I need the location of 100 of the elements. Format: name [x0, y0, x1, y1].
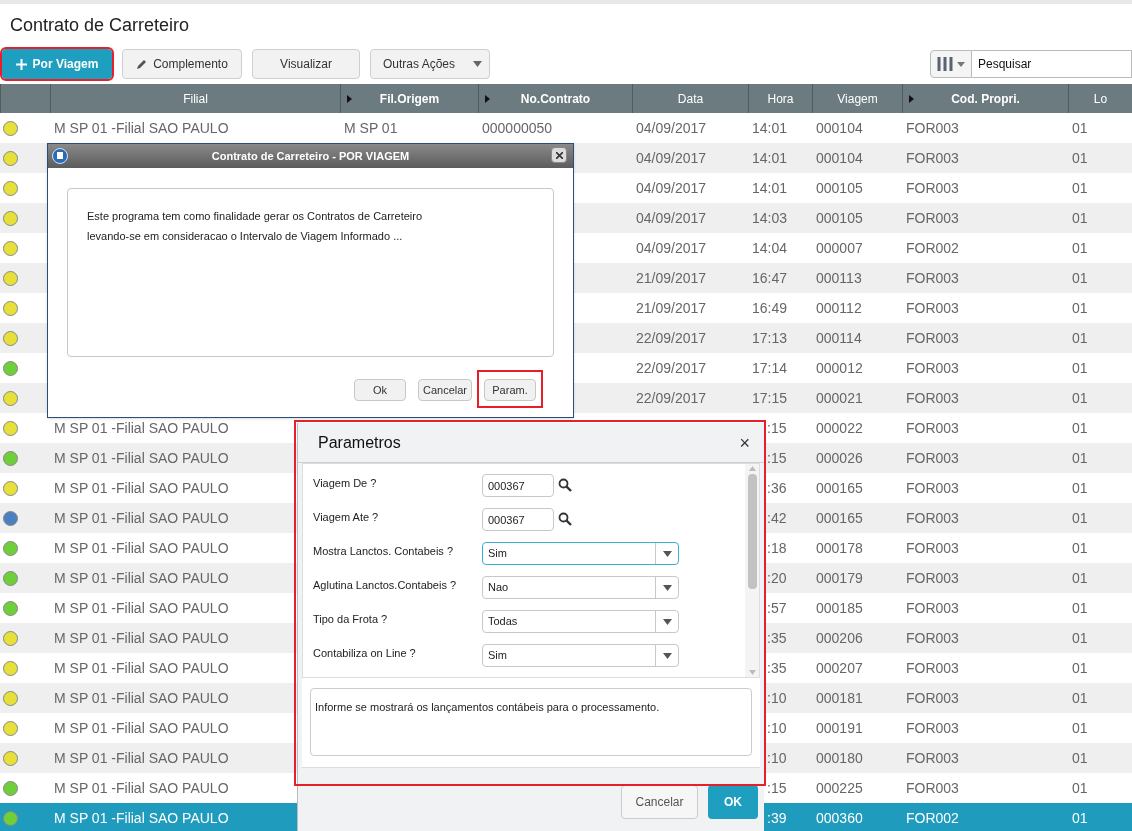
table-cell: FOR003	[906, 659, 959, 676]
table-cell: 01	[1072, 389, 1088, 406]
table-cell: 000185	[816, 599, 863, 616]
table-cell: 000114	[816, 329, 862, 346]
table-cell: FOR003	[906, 629, 959, 646]
table-cell: 21/09/2017	[636, 299, 707, 316]
table-cell: :20	[767, 569, 787, 586]
table-cell: :10	[767, 689, 787, 706]
table-cell: 22/09/2017	[636, 329, 707, 346]
table-cell: 000207	[816, 659, 863, 676]
table-cell: 01	[1072, 539, 1088, 556]
table-cell: M SP 01 -Filial SAO PAULO	[54, 629, 229, 646]
message-text: Este programa tem como finalidade gerar os Contratos de Carreteiro	[87, 209, 424, 223]
table-cell: 01	[1072, 809, 1088, 826]
table-cell: :10	[767, 749, 787, 766]
table-cell: 01	[1072, 509, 1088, 526]
table-cell: FOR003	[906, 359, 959, 376]
table-cell: 000104	[816, 149, 863, 166]
table-cell: FOR003	[906, 539, 959, 556]
table-cell: 21/09/2017	[636, 269, 707, 286]
table-cell: M SP 01 -Filial SAO PAULO	[54, 569, 229, 586]
table-cell: FOR003	[906, 749, 959, 766]
table-cell: 01	[1072, 209, 1088, 226]
table-cell: :15	[767, 779, 787, 796]
table-cell: 17:15	[752, 389, 788, 406]
table-cell: FOR003	[906, 509, 959, 526]
table-cell: FOR003	[906, 599, 959, 616]
dialog-title: Contrato de Carreteiro - POR VIAGEM	[211, 148, 410, 164]
table-cell: 01	[1072, 359, 1088, 376]
table-cell: 000165	[816, 479, 863, 496]
table-cell: 000021	[816, 389, 863, 406]
table-cell: 01	[1072, 419, 1088, 436]
table-cell: 17:13	[752, 329, 788, 346]
table-cell: 01	[1072, 479, 1088, 496]
table-cell: :39	[767, 809, 787, 826]
table-cell: 000360	[816, 809, 863, 826]
table-cell: :18	[767, 539, 787, 556]
table-cell: FOR003	[906, 569, 959, 586]
table-cell: 01	[1072, 119, 1088, 136]
table-cell: M SP 01 -Filial SAO PAULO	[54, 479, 229, 496]
table-cell: 01	[1072, 299, 1088, 316]
table-cell: FOR003	[906, 209, 959, 226]
table-cell: FOR003	[906, 149, 959, 166]
table-cell: 000105	[816, 209, 863, 226]
table-cell: 000007	[816, 239, 863, 256]
table-cell: 01	[1072, 779, 1088, 796]
table-cell: M SP 01 -Filial SAO PAULO	[54, 659, 229, 676]
field-label: Viagem De ?	[313, 476, 378, 491]
field-label: Tipo da Frota ?	[313, 612, 389, 627]
table-cell: :10	[767, 719, 787, 736]
table-cell: 01	[1072, 449, 1088, 466]
dialog-title: Parametros	[318, 432, 401, 453]
table-cell: 01	[1072, 689, 1088, 706]
table-cell: 000112	[816, 299, 862, 316]
table-cell: 14:01	[752, 179, 788, 196]
table-cell: 04/09/2017	[636, 239, 707, 256]
table-cell: :15	[767, 419, 787, 436]
table-cell: FOR002	[906, 809, 959, 826]
table-cell: FOR003	[906, 179, 959, 196]
table-cell: :57	[767, 599, 787, 616]
table-cell: 01	[1072, 269, 1088, 286]
table-cell: 01	[1072, 569, 1088, 586]
message-text: levando-se em consideracao o Intervalo de Viagem Informado ...	[87, 229, 404, 243]
table-cell: 01	[1072, 149, 1088, 166]
table-cell: 16:47	[752, 269, 788, 286]
table-cell: 000012	[816, 359, 863, 376]
table-cell: 17:14	[752, 359, 788, 376]
table-cell: 000165	[816, 509, 863, 526]
table-cell: 01	[1072, 749, 1088, 766]
table-cell: 22/09/2017	[636, 389, 707, 406]
table-cell: FOR003	[906, 119, 959, 136]
table-cell: :35	[767, 629, 787, 646]
table-cell: M SP 01 -Filial SAO PAULO	[54, 779, 229, 796]
table-cell: :42	[767, 509, 787, 526]
help-text: Informe se mostrará os lançamentos contábeis para o processamento.	[315, 701, 660, 713]
table-cell: 000225	[816, 779, 863, 796]
table-cell: 000180	[816, 749, 863, 766]
table-cell: 000113	[816, 269, 862, 286]
table-cell: M SP 01 -Filial SAO PAULO	[54, 119, 229, 136]
table-cell: 01	[1072, 599, 1088, 616]
table-cell: 04/09/2017	[636, 209, 707, 226]
field-label: Aglutina Lanctos.Contabeis ?	[313, 578, 458, 593]
table-cell: 000181	[816, 689, 863, 706]
table-cell: 01	[1072, 719, 1088, 736]
table-cell: 01	[1072, 239, 1088, 256]
table-cell: 000105	[816, 179, 863, 196]
table-cell: 000022	[816, 419, 863, 436]
table-cell: FOR003	[906, 389, 959, 406]
table-cell: FOR003	[906, 479, 959, 496]
table-cell: M SP 01 -Filial SAO PAULO	[54, 599, 229, 616]
table-cell: M SP 01 -Filial SAO PAULO	[54, 509, 229, 526]
table-cell: 000000050	[482, 119, 553, 136]
table-cell: FOR003	[906, 299, 959, 316]
table-cell: M SP 01 -Filial SAO PAULO	[54, 749, 229, 766]
table-cell: 01	[1072, 629, 1088, 646]
table-cell: FOR003	[906, 329, 959, 346]
table-cell: 01	[1072, 179, 1088, 196]
table-cell: FOR003	[906, 779, 959, 796]
field-label: Viagem Ate ?	[313, 510, 380, 525]
table-cell: 14:01	[752, 119, 788, 136]
